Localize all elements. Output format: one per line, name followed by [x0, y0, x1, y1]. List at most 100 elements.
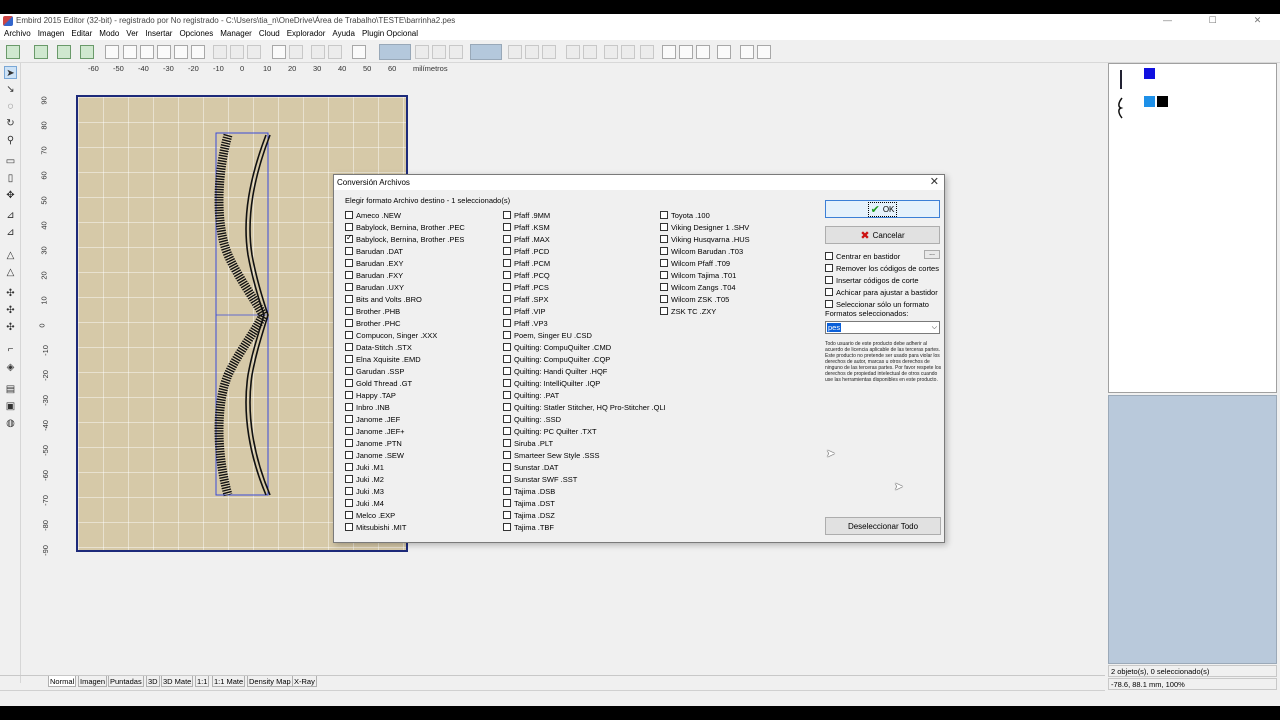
checkbox[interactable]: [345, 355, 353, 363]
group-icon[interactable]: [311, 45, 325, 59]
arrange-icon[interactable]: [449, 45, 463, 59]
checkbox[interactable]: [503, 391, 511, 399]
checkbox[interactable]: [503, 235, 511, 243]
undo-icon[interactable]: [272, 45, 286, 59]
checkbox[interactable]: [345, 463, 353, 471]
format-option[interactable]: Pfaff .MAX: [503, 233, 666, 245]
format-option[interactable]: Data-Stitch .STX: [345, 341, 465, 353]
format-option[interactable]: Quilting: .SSD: [503, 413, 666, 425]
new-window-icon[interactable]: [6, 45, 20, 59]
new-file-icon[interactable]: [105, 45, 119, 59]
menu-manager[interactable]: Manager: [220, 29, 252, 38]
text-a-icon[interactable]: [662, 45, 676, 59]
checkbox[interactable]: [345, 223, 353, 231]
format-option[interactable]: Inbro .INB: [345, 401, 465, 413]
menu-editar[interactable]: Editar: [71, 29, 92, 38]
checkbox[interactable]: [503, 307, 511, 315]
format-option[interactable]: Juki .M1: [345, 461, 465, 473]
checkbox[interactable]: [345, 511, 353, 519]
checkbox[interactable]: [345, 439, 353, 447]
checkbox[interactable]: [660, 295, 668, 303]
checkbox[interactable]: [345, 247, 353, 255]
checkbox[interactable]: [345, 475, 353, 483]
checkbox[interactable]: [660, 259, 668, 267]
columns-icon[interactable]: [640, 45, 654, 59]
menu-modo[interactable]: Modo: [99, 29, 119, 38]
checkbox[interactable]: [345, 331, 353, 339]
tab-normal[interactable]: Normal: [48, 676, 77, 687]
checkbox[interactable]: [825, 288, 833, 296]
menu-plugin-opcional[interactable]: Plugin Opcional: [362, 29, 418, 38]
format-option[interactable]: Viking Designer 1 .SHV: [660, 221, 750, 233]
checkbox[interactable]: [825, 300, 833, 308]
checkbox[interactable]: [345, 391, 353, 399]
format-option[interactable]: Wilcom Zangs .T04: [660, 281, 750, 293]
format-option[interactable]: Janome .SEW: [345, 449, 465, 461]
open-folder-icon[interactable]: [140, 45, 154, 59]
checkbox[interactable]: [503, 247, 511, 255]
checkbox[interactable]: [660, 235, 668, 243]
format-option[interactable]: Juki .M3: [345, 485, 465, 497]
settings-icon[interactable]: [757, 45, 771, 59]
color-swatch-blue[interactable]: [1144, 68, 1155, 79]
text-style-icon[interactable]: [696, 45, 710, 59]
format-option[interactable]: Babylock, Bernina, Brother .PES: [345, 233, 465, 245]
checkbox[interactable]: [825, 264, 833, 272]
format-option[interactable]: Ameco .NEW: [345, 209, 465, 221]
stitch-tool-icon[interactable]: [34, 45, 48, 59]
format-option[interactable]: Melco .EXP: [345, 509, 465, 521]
stitch-path-icon[interactable]: ⌐: [4, 343, 17, 356]
checkbox[interactable]: [345, 403, 353, 411]
format-option[interactable]: Quilting: CompuQuilter .CMD: [503, 341, 666, 353]
color-tool-icon[interactable]: ◈: [4, 361, 17, 374]
checkbox[interactable]: [345, 427, 353, 435]
format-option[interactable]: Brother .PHC: [345, 317, 465, 329]
color-box-1[interactable]: [379, 44, 411, 60]
format-option[interactable]: Remover los códigos de cortes: [825, 262, 939, 274]
format-option[interactable]: Barudan .EXY: [345, 257, 465, 269]
menu-explorador[interactable]: Explorador: [287, 29, 326, 38]
hoop-icon[interactable]: [740, 45, 754, 59]
cross-tool-3-icon[interactable]: ✣: [4, 321, 17, 334]
tab-density-map[interactable]: Density Map: [247, 676, 293, 687]
properties-icon[interactable]: [191, 45, 205, 59]
checkbox[interactable]: [503, 295, 511, 303]
format-option[interactable]: Centrar en bastidor: [825, 250, 939, 262]
format-option[interactable]: Achicar para ajustar a bastidor: [825, 286, 939, 298]
checkbox[interactable]: [503, 403, 511, 411]
format-option[interactable]: Poem, Singer EU .CSD: [503, 329, 666, 341]
format-option[interactable]: Smarteer Sew Style .SSS: [503, 449, 666, 461]
format-option[interactable]: Janome .JEF: [345, 413, 465, 425]
layers-icon[interactable]: ▤: [4, 383, 17, 396]
slant-icon[interactable]: ⊿: [4, 226, 17, 239]
format-option[interactable]: Gold Thread .GT: [345, 377, 465, 389]
format-option[interactable]: Quilting: IntelliQuilter .IQP: [503, 377, 666, 389]
checkbox[interactable]: [345, 271, 353, 279]
tab-imagen[interactable]: Imagen: [78, 676, 108, 687]
checkbox[interactable]: [503, 511, 511, 519]
format-option[interactable]: Juki .M2: [345, 473, 465, 485]
format-option[interactable]: Garudan .SSP: [345, 365, 465, 377]
tab-3d-mate[interactable]: 3D Mate: [161, 676, 194, 687]
format-option[interactable]: Barudan .DAT: [345, 245, 465, 257]
menu-archivo[interactable]: Archivo: [4, 29, 31, 38]
checkbox[interactable]: [660, 247, 668, 255]
cross-tool-2-icon[interactable]: ✣: [4, 304, 17, 317]
checkbox[interactable]: [503, 463, 511, 471]
trim-icon[interactable]: [717, 45, 731, 59]
cut-tool-icon[interactable]: [80, 45, 94, 59]
checkbox[interactable]: [345, 367, 353, 375]
checkbox[interactable]: [503, 367, 511, 375]
format-option[interactable]: Siruba .PLT: [503, 437, 666, 449]
format-option[interactable]: Happy .TAP: [345, 389, 465, 401]
format-option[interactable]: Babylock, Bernina, Brother .PEC: [345, 221, 465, 233]
checkbox[interactable]: [345, 319, 353, 327]
page-icon[interactable]: ▯: [4, 172, 17, 185]
node-edit-icon[interactable]: ↘: [4, 83, 17, 96]
minimize-button[interactable]: —: [1145, 14, 1190, 27]
menu-ver[interactable]: Ver: [126, 29, 138, 38]
realistic-view-icon[interactable]: ◍: [4, 417, 17, 430]
checkbox[interactable]: [345, 415, 353, 423]
checkbox[interactable]: [503, 499, 511, 507]
checkbox[interactable]: [345, 307, 353, 315]
